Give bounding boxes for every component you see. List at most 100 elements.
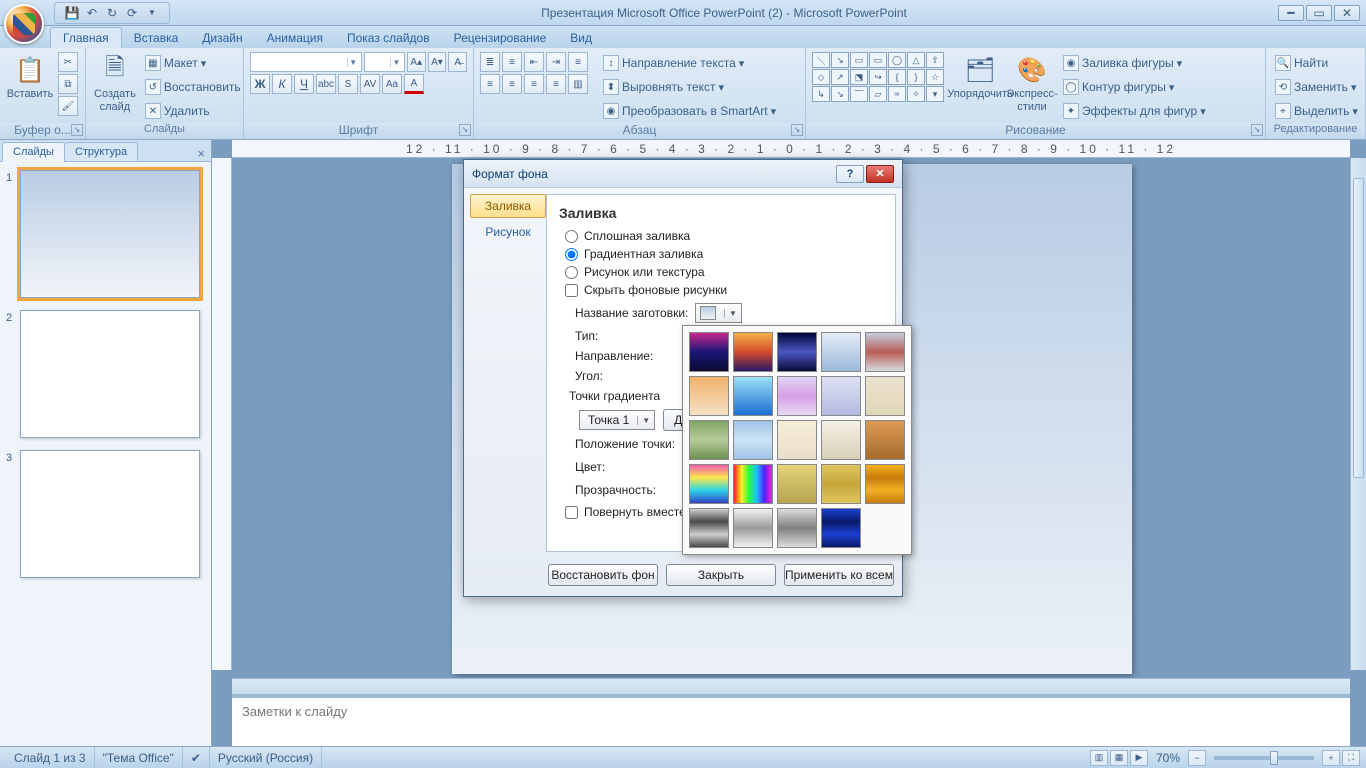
line-spacing-icon[interactable]: ≡ — [568, 52, 588, 72]
preset-swatch-5[interactable] — [865, 332, 905, 372]
zoom-handle[interactable] — [1270, 751, 1278, 765]
justify-icon[interactable]: ≡ — [546, 74, 566, 94]
tab-view[interactable]: Вид — [558, 28, 604, 48]
preset-swatch-6[interactable] — [689, 376, 729, 416]
preset-swatch-3[interactable] — [777, 332, 817, 372]
dialog-close-button[interactable]: ✕ — [866, 165, 894, 183]
preset-swatch-19[interactable] — [821, 464, 861, 504]
align-center-icon[interactable]: ≡ — [502, 74, 522, 94]
shrink-font-icon[interactable]: A▾ — [428, 52, 447, 72]
preset-swatch-8[interactable] — [777, 376, 817, 416]
strike-icon[interactable]: abc — [316, 74, 336, 94]
italic-icon[interactable]: К — [272, 74, 292, 94]
grow-font-icon[interactable]: A▴ — [407, 52, 426, 72]
bold-icon[interactable]: Ж — [250, 74, 270, 94]
find-button[interactable]: 🔍Найти — [1272, 52, 1361, 74]
shape-fill-button[interactable]: ◉Заливка фигуры ▾ — [1060, 52, 1209, 74]
select-button[interactable]: ⌖Выделить ▾ — [1272, 100, 1361, 122]
qat-dropdown-icon[interactable]: ▼ — [143, 4, 161, 22]
preset-swatch-20[interactable] — [865, 464, 905, 504]
change-case-icon[interactable]: Aa — [382, 74, 402, 94]
dialog-help-button[interactable]: ? — [836, 165, 864, 183]
drawing-launcher[interactable]: ↘ — [1251, 124, 1263, 136]
stop-combo[interactable]: Точка 1▼ — [579, 410, 655, 430]
preset-swatch-15[interactable] — [865, 420, 905, 460]
preset-swatch-24[interactable] — [821, 508, 861, 548]
arrange-button[interactable]: 🗂Упорядочить — [956, 52, 1004, 103]
layout-button[interactable]: ▦Макет ▾ — [142, 52, 244, 74]
align-right-icon[interactable]: ≡ — [524, 74, 544, 94]
quick-styles-button[interactable]: 🎨Экспресс-стили — [1008, 52, 1056, 116]
preset-swatch-16[interactable] — [689, 464, 729, 504]
tab-insert[interactable]: Вставка — [122, 28, 191, 48]
radio-solid-fill[interactable]: Сплошная заливка — [565, 229, 883, 243]
text-direction-button[interactable]: ↕Направление текста ▾ — [600, 52, 779, 74]
preset-combo[interactable]: ▼ — [695, 303, 742, 323]
preset-swatch-2[interactable] — [733, 332, 773, 372]
minimize-button[interactable]: ━ — [1278, 5, 1304, 21]
dialog-side-fill[interactable]: Заливка — [470, 194, 546, 218]
tab-home[interactable]: Главная — [50, 27, 122, 48]
maximize-button[interactable]: ▭ — [1306, 5, 1332, 21]
preset-swatch-10[interactable] — [865, 376, 905, 416]
align-text-button[interactable]: ⬍Выровнять текст ▾ — [600, 76, 779, 98]
sorter-view-icon[interactable]: ▦ — [1110, 750, 1128, 766]
shape-outline-button[interactable]: ◯Контур фигуры ▾ — [1060, 76, 1209, 98]
clipboard-launcher[interactable]: ↘ — [71, 124, 83, 136]
scroll-thumb[interactable] — [1353, 178, 1364, 478]
repeat-icon[interactable]: ⟳ — [123, 4, 141, 22]
preset-swatch-1[interactable] — [689, 332, 729, 372]
preset-swatch-12[interactable] — [733, 420, 773, 460]
delete-slide-button[interactable]: ✕Удалить — [142, 100, 244, 122]
shadow-icon[interactable]: S — [338, 74, 358, 94]
radio-gradient-fill[interactable]: Градиентная заливка — [565, 247, 883, 261]
decrease-indent-icon[interactable]: ⇤ — [524, 52, 544, 72]
checkbox-hide-graphics[interactable]: Скрыть фоновые рисунки — [565, 283, 883, 297]
paste-button[interactable]: 📋 Вставить — [6, 52, 54, 103]
preset-swatch-18[interactable] — [777, 464, 817, 504]
scrollbar-vertical[interactable] — [1350, 158, 1366, 670]
clear-format-icon[interactable]: A̶ — [448, 52, 467, 72]
save-icon[interactable]: 💾 — [63, 4, 81, 22]
char-spacing-icon[interactable]: AV — [360, 74, 380, 94]
redo-icon[interactable]: ↻ — [103, 4, 121, 22]
slideshow-view-icon[interactable]: ▶ — [1130, 750, 1148, 766]
close-dialog-button[interactable]: Закрыть — [666, 564, 776, 586]
preset-swatch-22[interactable] — [733, 508, 773, 548]
close-window-button[interactable]: ✕ — [1334, 5, 1360, 21]
undo-icon[interactable]: ↶ — [83, 4, 101, 22]
preset-swatch-9[interactable] — [821, 376, 861, 416]
office-button[interactable] — [4, 4, 44, 44]
slide-thumbnail-1[interactable] — [20, 170, 200, 298]
dialog-side-picture[interactable]: Рисунок — [470, 220, 546, 244]
fit-to-window-button[interactable]: ⛶ — [1342, 750, 1360, 766]
new-slide-button[interactable]: 🗎 Создать слайд — [92, 52, 138, 116]
align-left-icon[interactable]: ≡ — [480, 74, 500, 94]
shape-effects-button[interactable]: ✦Эффекты для фигур ▾ — [1060, 100, 1209, 122]
preset-swatch-7[interactable] — [733, 376, 773, 416]
preset-swatch-17[interactable] — [733, 464, 773, 504]
normal-view-icon[interactable]: ▥ — [1090, 750, 1108, 766]
restore-background-button[interactable]: Восстановить фон — [548, 564, 658, 586]
preset-swatch-11[interactable] — [689, 420, 729, 460]
apply-to-all-button[interactable]: Применить ко всем — [784, 564, 894, 586]
panel-tab-outline[interactable]: Структура — [64, 142, 138, 162]
tab-animation[interactable]: Анимация — [255, 28, 335, 48]
bullets-icon[interactable]: ≣ — [480, 52, 500, 72]
notes-area[interactable]: Заметки к слайду — [232, 694, 1350, 746]
format-painter-icon[interactable]: 🖌 — [58, 96, 78, 116]
status-spellcheck[interactable]: ✔ — [183, 747, 210, 768]
font-launcher[interactable]: ↘ — [459, 124, 471, 136]
underline-icon[interactable]: Ч — [294, 74, 314, 94]
preset-swatch-4[interactable] — [821, 332, 861, 372]
replace-button[interactable]: ⟲Заменить ▾ — [1272, 76, 1361, 98]
font-name-combo[interactable]: ▼ — [250, 52, 362, 72]
font-color-icon[interactable]: A — [404, 74, 424, 94]
slide-thumbnail-3[interactable] — [20, 450, 200, 578]
preset-swatch-23[interactable] — [777, 508, 817, 548]
columns-icon[interactable]: ▥ — [568, 74, 588, 94]
reset-button[interactable]: ↺Восстановить — [142, 76, 244, 98]
numbering-icon[interactable]: ≡ — [502, 52, 522, 72]
tab-design[interactable]: Дизайн — [190, 28, 254, 48]
copy-icon[interactable]: ⧉ — [58, 74, 78, 94]
